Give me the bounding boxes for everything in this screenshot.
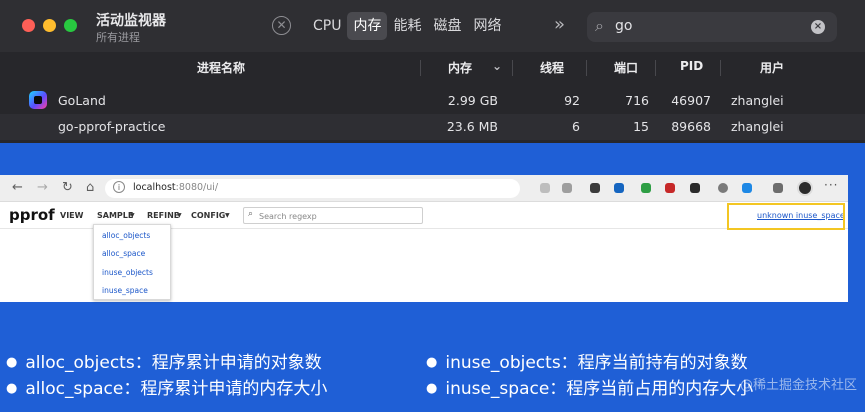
activity-monitor-toolbar: 活动监视器 所有进程 ✕ CPU 内存 能耗 磁盘 网络 » ⌕ go × [0, 0, 865, 52]
zoom-window-button[interactable] [64, 19, 77, 32]
process-search-value[interactable]: go [615, 18, 632, 34]
column-divider [586, 60, 587, 76]
app-title: 活动监视器 [96, 13, 166, 29]
browser-toolbar: ← → ↻ ⌂ i localhost:8080/ui/ ··· [0, 175, 848, 202]
category-tabs: CPU 内存 能耗 磁盘 网络 [307, 12, 507, 40]
stop-process-icon[interactable]: ✕ [272, 16, 291, 35]
back-icon[interactable]: ← [12, 180, 23, 195]
highlight-box [727, 203, 845, 230]
read-aloud-icon[interactable] [540, 183, 550, 193]
column-header-ports[interactable]: 端口 [614, 59, 638, 76]
note-inuse-objects: ● inuse_objects：程序当前持有的对象数 [426, 353, 748, 373]
process-pid: 89668 [671, 119, 711, 134]
extension-icon[interactable] [718, 183, 728, 193]
tab-energy[interactable]: 能耗 [387, 12, 427, 40]
process-search-field[interactable]: ⌕ go × [587, 12, 837, 42]
sample-option-inuse-objects[interactable]: inuse_objects [102, 268, 153, 277]
minimize-window-button[interactable] [43, 19, 56, 32]
process-ports: 15 [633, 119, 649, 134]
sample-dropdown-menu: alloc_objects alloc_space inuse_objects … [93, 224, 171, 300]
process-row-go-pprof-practice[interactable]: go-pprof-practice 23.6 MB 6 15 89668 zha… [0, 114, 865, 140]
browser-menu-icon[interactable]: ··· [824, 178, 838, 192]
toolbar-overflow-icon[interactable]: » [554, 14, 565, 35]
note-inuse-space: ● inuse_space：程序当前占用的内存大小 [426, 379, 754, 399]
app-subtitle: 所有进程 [96, 31, 140, 44]
tab-memory[interactable]: 内存 [347, 12, 388, 40]
activity-monitor-window: 活动监视器 所有进程 ✕ CPU 内存 能耗 磁盘 网络 » ⌕ go × 进程… [0, 0, 865, 143]
process-ports: 716 [625, 93, 649, 108]
process-threads: 6 [572, 119, 580, 134]
extension-icon[interactable] [562, 183, 572, 193]
process-user: zhanglei [731, 119, 784, 134]
profile-avatar[interactable] [797, 180, 813, 196]
sample-option-alloc-objects[interactable]: alloc_objects [102, 231, 150, 240]
search-icon: ⌕ [248, 209, 254, 219]
column-divider [720, 60, 721, 76]
extension-icon[interactable] [590, 183, 600, 193]
column-divider [420, 60, 421, 76]
chevron-down-icon[interactable]: ▼ [130, 212, 135, 219]
extension-icon[interactable] [742, 183, 752, 193]
site-info-icon[interactable]: i [113, 181, 125, 193]
menu-refine[interactable]: REFINE [147, 211, 179, 220]
process-threads: 92 [564, 93, 580, 108]
watermark: @稀土掘金技术社区 [740, 378, 858, 393]
note-alloc-objects: ● alloc_objects：程序累计申请的对象数 [6, 353, 322, 373]
column-header-pid[interactable]: PID [680, 59, 703, 73]
regexp-search-input[interactable] [259, 210, 419, 222]
column-header-threads[interactable]: 线程 [540, 59, 564, 76]
process-pid: 46907 [671, 93, 711, 108]
menu-config[interactable]: CONFIG [191, 211, 225, 220]
pprof-logo: pprof [9, 206, 55, 224]
process-row-goland[interactable]: GoLand 2.99 GB 92 716 46907 zhanglei [0, 88, 865, 114]
process-user: zhanglei [731, 93, 784, 108]
column-header-name[interactable]: 进程名称 [197, 59, 245, 76]
column-divider [512, 60, 513, 76]
tab-network[interactable]: 网络 [467, 12, 507, 40]
clear-search-icon[interactable]: × [811, 20, 825, 34]
browser-window: ← → ↻ ⌂ i localhost:8080/ui/ ··· pprof V… [0, 175, 848, 302]
menu-sample[interactable]: SAMPLE [97, 211, 133, 220]
close-window-button[interactable] [22, 19, 35, 32]
extension-icon[interactable] [614, 183, 624, 193]
process-name: GoLand [58, 93, 106, 108]
sort-descending-icon[interactable]: ⌄ [492, 59, 502, 73]
sample-option-alloc-space[interactable]: alloc_space [102, 249, 145, 258]
favorites-icon[interactable] [773, 183, 783, 193]
forward-icon[interactable]: → [37, 180, 48, 195]
goland-app-icon [29, 91, 47, 109]
note-alloc-space: ● alloc_space：程序累计申请的内存大小 [6, 379, 328, 399]
sample-option-inuse-space[interactable]: inuse_space [102, 286, 148, 295]
column-divider [655, 60, 656, 76]
address-bar-url[interactable]: localhost:8080/ui/ [133, 182, 218, 193]
extension-icon[interactable] [665, 183, 675, 193]
extension-icon[interactable] [641, 183, 651, 193]
address-bar[interactable]: i localhost:8080/ui/ [105, 179, 520, 198]
column-header-memory[interactable]: 内存 [448, 59, 472, 76]
extension-icon[interactable] [690, 183, 700, 193]
process-table-header: 进程名称 内存 ⌄ 线程 端口 PID 用户 [0, 57, 865, 79]
column-header-user[interactable]: 用户 [760, 59, 784, 76]
regexp-search-field[interactable]: ⌕ [243, 207, 423, 224]
chevron-down-icon[interactable]: ▼ [177, 212, 182, 219]
chevron-down-icon[interactable]: ▼ [225, 212, 230, 219]
tab-disk[interactable]: 磁盘 [427, 12, 467, 40]
process-memory: 23.6 MB [446, 119, 498, 134]
process-memory: 2.99 GB [447, 93, 498, 108]
reload-icon[interactable]: ↻ [62, 180, 73, 195]
process-name: go-pprof-practice [58, 119, 166, 134]
home-icon[interactable]: ⌂ [86, 180, 94, 195]
menu-view[interactable]: VIEW [60, 211, 83, 220]
tab-cpu[interactable]: CPU [307, 12, 347, 40]
search-icon: ⌕ [595, 16, 604, 35]
